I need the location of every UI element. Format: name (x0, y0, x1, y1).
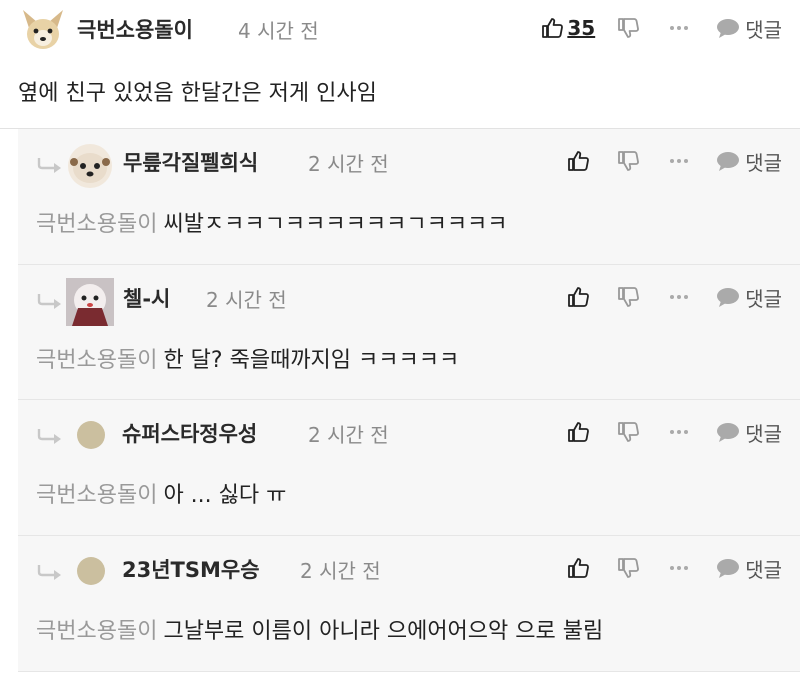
dislike-button[interactable] (617, 12, 641, 44)
reply-header: 23년TSM우승 2 시간 전 댓글 (18, 540, 800, 600)
reply-body: 아 ... 싫다 ㅠ (163, 483, 287, 508)
reply-body: 한 달? 죽을때까지임 ㅋㅋㅋㅋㅋ (163, 348, 460, 373)
thumbs-up-icon (542, 18, 564, 38)
reply-arrow-icon (36, 563, 62, 581)
reply-arrow-icon (36, 427, 62, 445)
nickname[interactable]: 23년TSM우승 (122, 554, 260, 584)
reply: 슈퍼스타정우성 2 시간 전 댓글 극번소용돌이 아 ... 싫다 ㅠ (18, 400, 800, 536)
speech-bubble-icon (717, 19, 740, 38)
reply-button[interactable]: 댓글 (715, 12, 782, 44)
avatar[interactable] (66, 142, 114, 190)
avatar[interactable] (76, 556, 106, 586)
more-button[interactable] (669, 552, 689, 584)
more-button[interactable] (669, 416, 689, 448)
more-dots-icon (670, 566, 689, 570)
reply-text: 극번소용돌이 한 달? 죽을때까지임 ㅋㅋㅋㅋㅋ (36, 342, 459, 374)
like-button[interactable] (567, 145, 591, 177)
reply-text: 극번소용돌이 아 ... 싫다 ㅠ (36, 477, 286, 509)
reply-arrow-icon (36, 292, 62, 310)
thumbs-down-icon (618, 18, 640, 38)
thumbs-down-icon (618, 287, 640, 307)
reply-label: 댓글 (745, 17, 782, 42)
timestamp: 2 시간 전 (206, 288, 287, 312)
speech-bubble-icon (717, 423, 740, 442)
like-button[interactable] (567, 281, 591, 313)
thumbs-up-icon (568, 558, 590, 578)
more-button[interactable] (669, 12, 689, 44)
dislike-button[interactable] (617, 281, 641, 313)
reply-label: 댓글 (745, 557, 782, 582)
like-button[interactable]: 35 (541, 12, 617, 44)
nickname[interactable]: 무릎각질펠희식 (123, 147, 258, 177)
more-dots-icon (670, 159, 689, 163)
reply-button[interactable]: 댓글 (715, 416, 782, 448)
nickname[interactable]: 첼-시 (123, 283, 170, 313)
reply-arrow-icon (36, 156, 62, 174)
reply-label: 댓글 (745, 150, 782, 175)
reply-label: 댓글 (745, 286, 782, 311)
like-button[interactable] (567, 416, 591, 448)
reply-button[interactable]: 댓글 (715, 281, 782, 313)
reply-button[interactable]: 댓글 (715, 145, 782, 177)
mention[interactable]: 극번소용돌이 (36, 619, 157, 644)
dislike-button[interactable] (617, 145, 641, 177)
reply-button[interactable]: 댓글 (715, 552, 782, 584)
mention[interactable]: 극번소용돌이 (36, 212, 157, 237)
thumbs-up-icon (568, 422, 590, 442)
comment: 극번소용돌이 4 시간 전 35 댓글 옆에 친구 있었음 한달간은 저게 인사… (0, 0, 800, 129)
reply-body: 씨발ㅈㅋㅋㄱㅋㅋㅋㅋㅋㅋㄱㅋㅋㅋㅋ (163, 212, 508, 237)
timestamp: 4 시간 전 (238, 19, 319, 43)
reply-actions: 댓글 (567, 281, 782, 313)
comment-header: 극번소용돌이 4 시간 전 35 댓글 (0, 0, 800, 60)
speech-bubble-icon (717, 152, 740, 171)
reply-actions: 댓글 (567, 145, 782, 177)
timestamp: 2 시간 전 (300, 559, 381, 583)
reply: 23년TSM우승 2 시간 전 댓글 극번소용돌이 그날부로 이름이 아니라 으에… (18, 536, 800, 672)
like-button[interactable] (567, 552, 591, 584)
timestamp: 2 시간 전 (308, 423, 389, 447)
avatar[interactable] (19, 6, 67, 54)
reply-header: 무릎각질펠희식 2 시간 전 댓글 (18, 133, 800, 193)
mention[interactable]: 극번소용돌이 (36, 483, 157, 508)
reply-actions: 댓글 (567, 552, 782, 584)
comment-actions: 35 댓글 (541, 12, 782, 44)
dislike-button[interactable] (617, 552, 641, 584)
like-count[interactable]: 35 (567, 16, 595, 40)
reply-actions: 댓글 (567, 416, 782, 448)
more-dots-icon (670, 295, 689, 299)
more-button[interactable] (669, 145, 689, 177)
reply-header: 첼-시 2 시간 전 댓글 (18, 269, 800, 329)
dislike-button[interactable] (617, 416, 641, 448)
more-dots-icon (670, 430, 689, 434)
avatar[interactable] (76, 420, 106, 450)
thumbs-up-icon (568, 151, 590, 171)
nickname[interactable]: 극번소용돌이 (77, 14, 193, 44)
nickname[interactable]: 슈퍼스타정우성 (122, 418, 257, 448)
reply-body: 그날부로 이름이 아니라 으에어어으악 으로 불림 (163, 619, 604, 644)
thumbs-down-icon (618, 151, 640, 171)
speech-bubble-icon (717, 288, 740, 307)
avatar[interactable] (66, 278, 114, 326)
reply: 무릎각질펠희식 2 시간 전 댓글 극번소용돌이 씨발ㅈㅋㅋㄱㅋㅋㅋㅋㅋㅋㄱㅋㅋㅋ… (18, 129, 800, 265)
reply-header: 슈퍼스타정우성 2 시간 전 댓글 (18, 404, 800, 464)
comment-text: 옆에 친구 있었음 한달간은 저게 인사임 (18, 75, 377, 107)
reply: 첼-시 2 시간 전 댓글 극번소용돌이 한 달? 죽을때까지임 ㅋㅋㅋㅋㅋ (18, 265, 800, 400)
thumbs-down-icon (618, 422, 640, 442)
reply-label: 댓글 (745, 421, 782, 446)
comment-body: 옆에 친구 있었음 한달간은 저게 인사임 (18, 81, 377, 106)
mention[interactable]: 극번소용돌이 (36, 348, 157, 373)
thumbs-up-icon (568, 287, 590, 307)
more-button[interactable] (669, 281, 689, 313)
more-dots-icon (670, 26, 689, 30)
reply-text: 극번소용돌이 씨발ㅈㅋㅋㄱㅋㅋㅋㅋㅋㅋㄱㅋㅋㅋㅋ (36, 206, 508, 238)
reply-text: 극번소용돌이 그날부로 이름이 아니라 으에어어으악 으로 불림 (36, 613, 603, 645)
speech-bubble-icon (717, 559, 740, 578)
timestamp: 2 시간 전 (308, 152, 389, 176)
thumbs-down-icon (618, 558, 640, 578)
